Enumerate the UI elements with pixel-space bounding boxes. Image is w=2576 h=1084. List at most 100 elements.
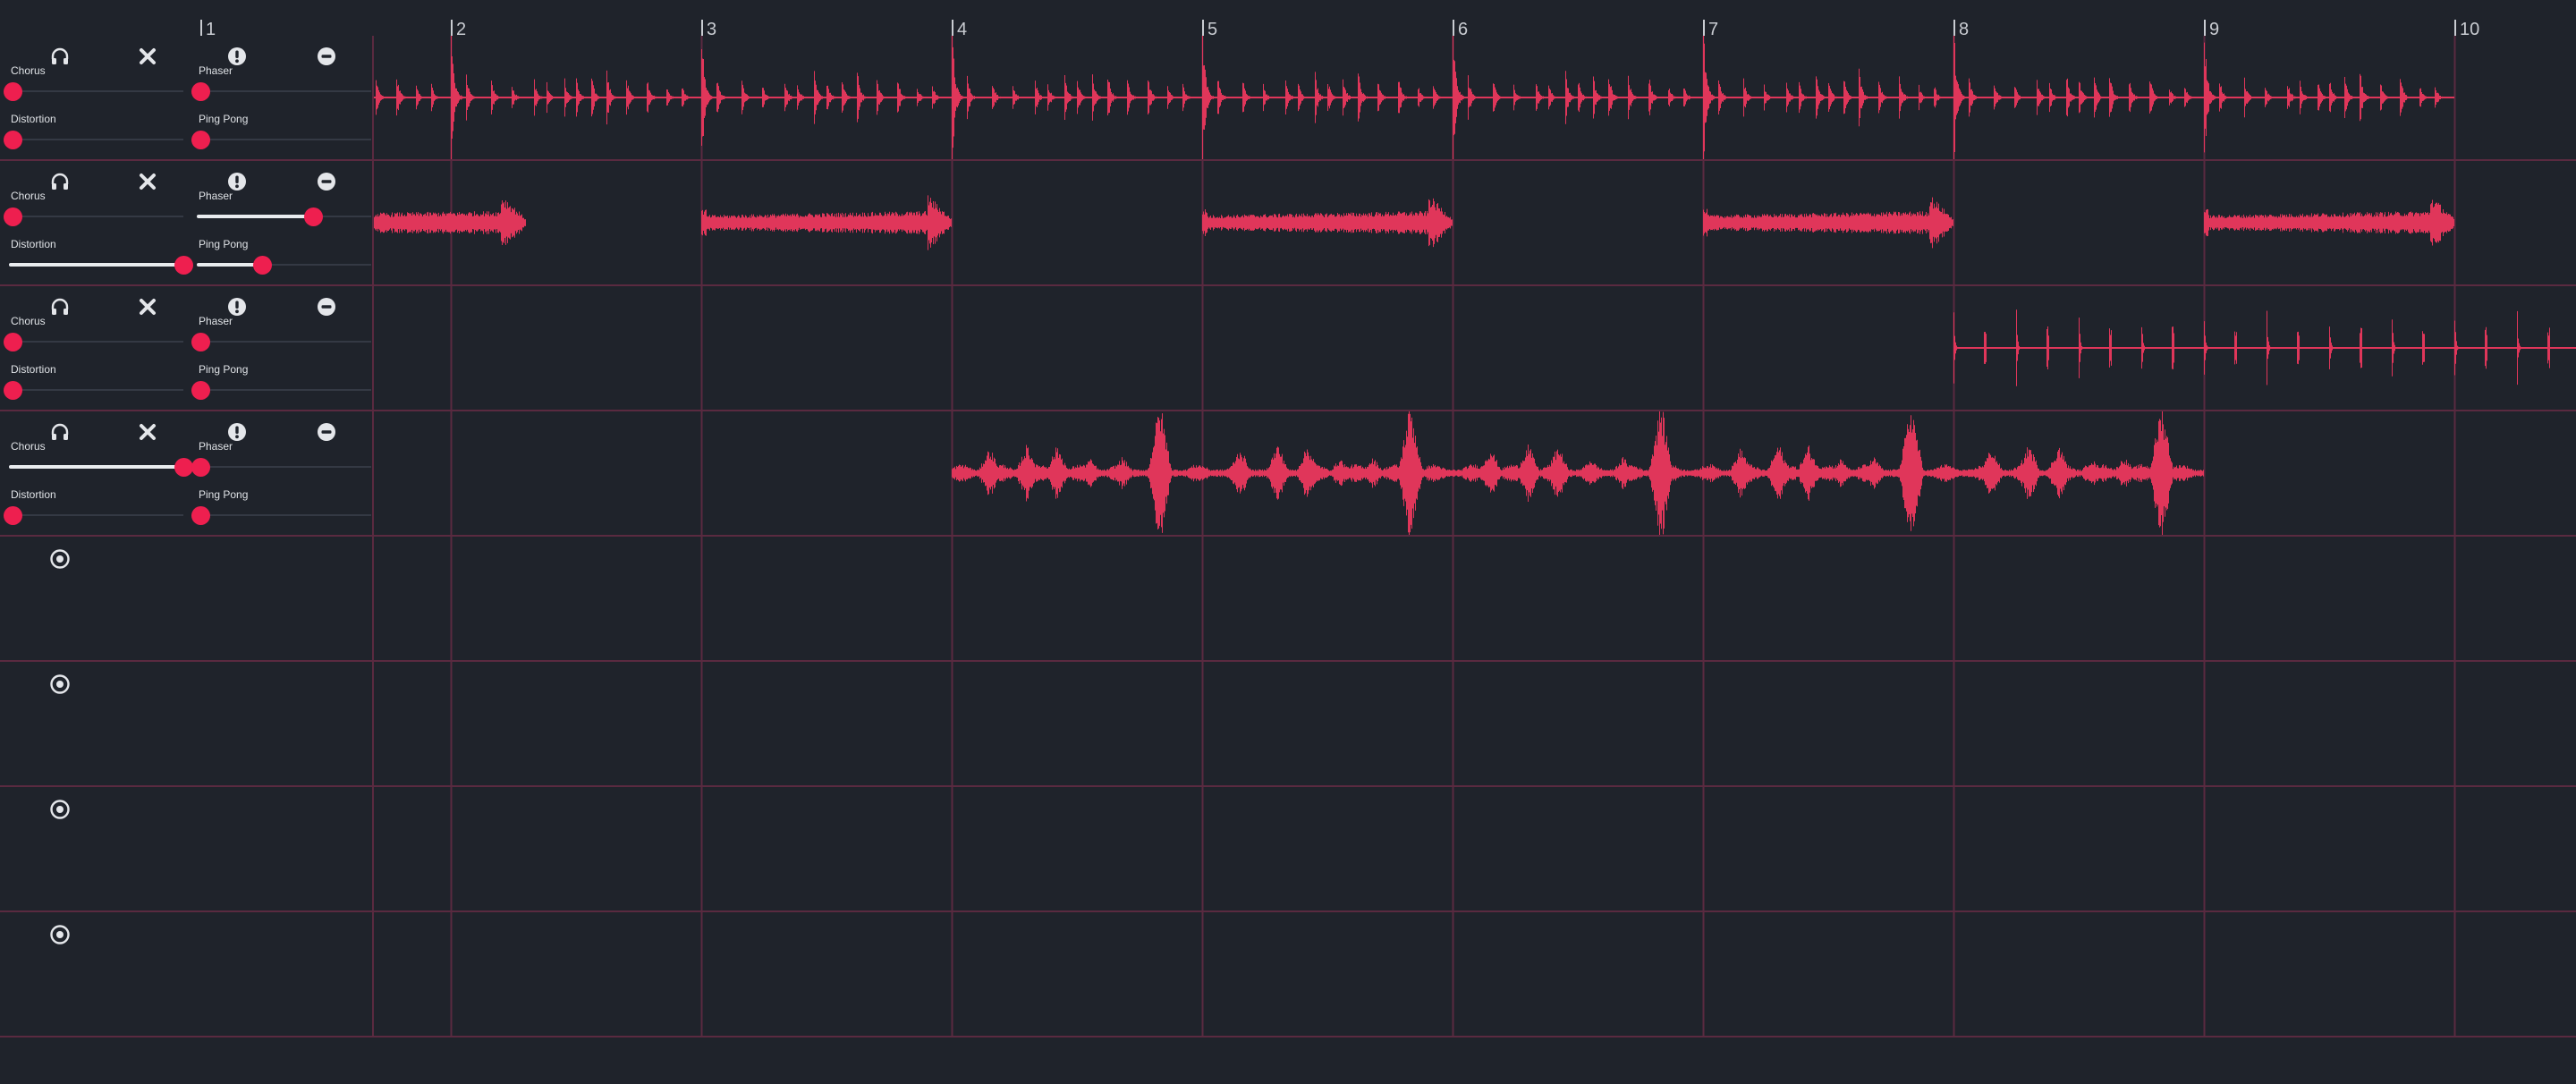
track-lane[interactable] bbox=[374, 912, 2576, 1036]
slider-knob[interactable] bbox=[174, 256, 193, 275]
slider-track[interactable] bbox=[197, 139, 371, 140]
record-icon[interactable] bbox=[47, 546, 73, 572]
effect-slider-phaser[interactable]: Phaser bbox=[191, 315, 371, 356]
slider-track[interactable] bbox=[9, 139, 183, 140]
track-lane[interactable] bbox=[374, 537, 2576, 660]
slider-track[interactable] bbox=[197, 341, 371, 343]
effect-slider-phaser[interactable]: Phaser bbox=[191, 440, 371, 481]
effect-slider-phaser[interactable]: Phaser bbox=[191, 64, 371, 106]
slider-knob[interactable] bbox=[191, 82, 210, 101]
slider-track[interactable] bbox=[197, 389, 371, 391]
slider-knob[interactable] bbox=[252, 256, 272, 275]
effect-label: Ping Pong bbox=[199, 238, 249, 250]
record-icon[interactable] bbox=[47, 921, 73, 948]
slider-knob[interactable] bbox=[191, 506, 210, 525]
slider-knob[interactable] bbox=[4, 82, 22, 101]
pad-audio-clip[interactable] bbox=[701, 195, 952, 250]
waveform bbox=[374, 199, 526, 246]
track-header: Chorus Phaser Distortion Ping Pong bbox=[0, 36, 374, 159]
track-header bbox=[0, 537, 374, 660]
effect-slider-ping-pong[interactable]: Ping Pong bbox=[197, 238, 371, 279]
track-row: Chorus Phaser Distortion Ping Pong bbox=[0, 36, 2576, 161]
effect-slider-distortion[interactable]: Distortion bbox=[4, 113, 183, 154]
effect-slider-chorus[interactable]: Chorus bbox=[4, 315, 183, 356]
drums-audio-clip[interactable] bbox=[374, 36, 2454, 159]
effect-label: Chorus bbox=[11, 190, 46, 202]
slider-knob[interactable] bbox=[4, 333, 22, 351]
bar-tick bbox=[1202, 20, 1204, 36]
track-header: Chorus Phaser Distortion Ping Pong bbox=[0, 411, 374, 535]
effect-label: Distortion bbox=[11, 488, 56, 501]
slider-knob[interactable] bbox=[4, 207, 22, 226]
effect-slider-ping-pong[interactable]: Ping Pong bbox=[191, 113, 371, 154]
slider-knob[interactable] bbox=[191, 131, 210, 149]
record-icon[interactable] bbox=[47, 671, 73, 698]
slider-track[interactable] bbox=[197, 466, 371, 468]
effect-label: Ping Pong bbox=[199, 488, 249, 501]
pad-audio-clip[interactable] bbox=[374, 199, 526, 246]
effect-label: Chorus bbox=[11, 315, 46, 327]
lane-canvas bbox=[450, 662, 2456, 785]
slider-knob[interactable] bbox=[191, 333, 210, 351]
pad-audio-clip[interactable] bbox=[1202, 198, 1453, 248]
slider-track[interactable] bbox=[197, 90, 371, 92]
slider-fill bbox=[9, 465, 183, 469]
effect-label: Phaser bbox=[199, 64, 233, 77]
pad-audio-clip[interactable] bbox=[2204, 199, 2454, 246]
effect-label: Distortion bbox=[11, 238, 56, 250]
slider-track[interactable] bbox=[9, 514, 183, 516]
slider-knob[interactable] bbox=[191, 458, 210, 477]
effect-slider-distortion[interactable]: Distortion bbox=[9, 238, 193, 279]
effect-slider-distortion[interactable]: Distortion bbox=[4, 363, 183, 404]
track-lane[interactable] bbox=[374, 411, 2576, 535]
bar-tick bbox=[1953, 20, 1955, 36]
track-lane[interactable] bbox=[374, 36, 2576, 159]
slider-fill bbox=[9, 263, 183, 267]
track-lane[interactable] bbox=[374, 286, 2576, 410]
effect-label: Chorus bbox=[11, 440, 46, 453]
record-icon[interactable] bbox=[47, 796, 73, 823]
track-header bbox=[0, 787, 374, 910]
bar-tick bbox=[200, 20, 202, 36]
bass-audio-clip[interactable] bbox=[952, 411, 2204, 535]
slider-knob[interactable] bbox=[4, 131, 22, 149]
track-header bbox=[0, 912, 374, 1036]
arrangement-view: Chorus Phaser Distortion Ping Pong Chorus Pha… bbox=[0, 36, 2576, 1037]
timeline-ruler[interactable]: 1 2 3 4 5 6 7 8 9 10 bbox=[0, 0, 2576, 39]
slider-knob[interactable] bbox=[191, 381, 210, 400]
slider-knob[interactable] bbox=[304, 207, 324, 226]
waveform bbox=[701, 195, 952, 250]
waveform bbox=[1202, 198, 1453, 248]
pad-audio-clip[interactable] bbox=[1703, 197, 1953, 249]
slider-knob[interactable] bbox=[4, 381, 22, 400]
lane-canvas bbox=[450, 411, 2456, 535]
slider-knob[interactable] bbox=[174, 458, 193, 477]
slider-track[interactable] bbox=[9, 389, 183, 391]
slider-track[interactable] bbox=[9, 90, 183, 92]
slider-knob[interactable] bbox=[4, 506, 22, 525]
effect-slider-ping-pong[interactable]: Ping Pong bbox=[191, 488, 371, 529]
effect-slider-phaser[interactable]: Phaser bbox=[197, 190, 371, 231]
slider-track[interactable] bbox=[9, 341, 183, 343]
slider-track[interactable] bbox=[9, 216, 183, 217]
effect-label: Phaser bbox=[199, 190, 233, 202]
effect-slider-chorus[interactable]: Chorus bbox=[4, 64, 183, 106]
effect-slider-ping-pong[interactable]: Ping Pong bbox=[191, 363, 371, 404]
track-header bbox=[0, 662, 374, 785]
track-lane[interactable] bbox=[374, 662, 2576, 785]
effect-label: Distortion bbox=[11, 363, 56, 376]
bar-tick bbox=[2454, 20, 2456, 36]
track-row: Chorus Phaser Distortion Ping Pong bbox=[0, 286, 2576, 411]
track-lane[interactable] bbox=[374, 161, 2576, 284]
slider-track[interactable] bbox=[197, 514, 371, 516]
effect-slider-chorus[interactable]: Chorus bbox=[4, 190, 183, 231]
hats-audio-clip[interactable] bbox=[1953, 309, 2576, 386]
effect-slider-chorus[interactable]: Chorus bbox=[9, 440, 193, 481]
bar-tick bbox=[2204, 20, 2206, 36]
track-row bbox=[0, 787, 2576, 912]
bar-tick bbox=[952, 20, 953, 36]
effect-label: Phaser bbox=[199, 315, 233, 327]
waveform bbox=[1703, 197, 1953, 249]
track-lane[interactable] bbox=[374, 787, 2576, 910]
effect-slider-distortion[interactable]: Distortion bbox=[4, 488, 183, 529]
